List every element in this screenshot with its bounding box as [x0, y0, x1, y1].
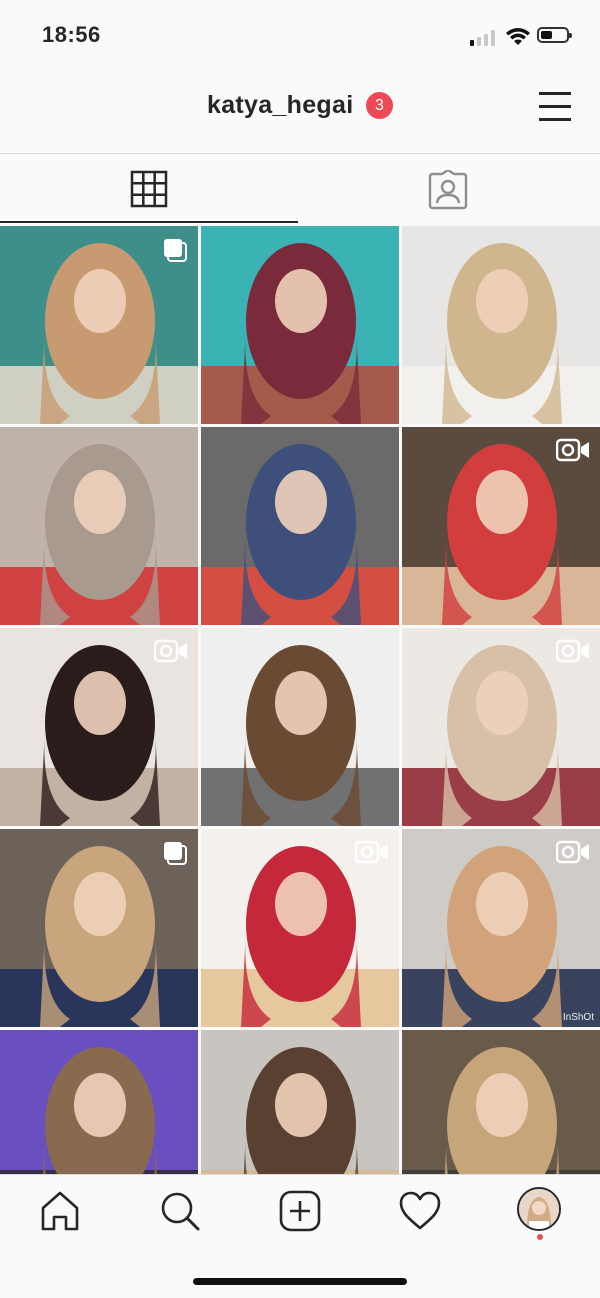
post-thumbnail[interactable] — [0, 829, 198, 1027]
video-icon — [555, 639, 590, 668]
battery-level — [541, 31, 552, 39]
carousel-icon — [162, 237, 188, 268]
activity-heart-icon[interactable] — [398, 1189, 442, 1233]
home-icon[interactable] — [38, 1189, 82, 1233]
post-thumbnail[interactable] — [201, 427, 399, 625]
profile-avatar[interactable] — [517, 1187, 561, 1231]
battery-icon — [537, 27, 572, 43]
post-thumbnail[interactable] — [0, 1030, 198, 1174]
profile-username[interactable]: katya_hegai — [207, 91, 353, 120]
menu-icon[interactable] — [539, 92, 571, 121]
post-thumbnail[interactable] — [402, 226, 600, 424]
tagged-person-icon — [428, 170, 468, 210]
grid-icon — [130, 170, 168, 208]
active-tab-indicator — [0, 221, 298, 223]
post-thumbnail[interactable] — [402, 427, 600, 625]
tab-tagged[interactable] — [300, 154, 600, 224]
post-image — [0, 1030, 198, 1174]
wifi-icon — [506, 28, 530, 45]
tab-grid[interactable] — [0, 154, 300, 224]
notification-badge: 3 — [366, 92, 393, 119]
search-icon[interactable] — [158, 1189, 202, 1233]
video-icon — [354, 840, 389, 869]
home-indicator — [193, 1278, 407, 1285]
watermark-text: InShOt — [562, 1012, 594, 1023]
post-thumbnail[interactable] — [201, 226, 399, 424]
post-thumbnail[interactable] — [201, 1030, 399, 1174]
post-image — [201, 628, 399, 826]
posts-grid: InShOt — [0, 226, 600, 1174]
post-image — [201, 427, 399, 625]
post-thumbnail[interactable] — [0, 427, 198, 625]
status-time: 18:56 — [42, 22, 101, 47]
post-thumbnail[interactable] — [0, 628, 198, 826]
profile-header: katya_hegai 3 — [0, 72, 600, 154]
post-image — [201, 1030, 399, 1174]
cellular-signal-icon — [470, 30, 498, 46]
post-image — [402, 1030, 600, 1174]
video-icon — [555, 438, 590, 467]
post-image — [0, 427, 198, 625]
post-thumbnail[interactable]: InShOt — [402, 829, 600, 1027]
post-thumbnail[interactable] — [0, 226, 198, 424]
post-thumbnail[interactable] — [402, 1030, 600, 1174]
post-thumbnail[interactable] — [402, 628, 600, 826]
status-bar: 18:56 — [0, 0, 600, 72]
post-thumbnail[interactable] — [201, 829, 399, 1027]
post-thumbnail[interactable] — [201, 628, 399, 826]
post-image — [402, 226, 600, 424]
new-post-icon[interactable] — [278, 1189, 322, 1233]
video-icon — [153, 639, 188, 668]
video-icon — [555, 840, 590, 869]
post-image — [201, 226, 399, 424]
carousel-icon — [162, 840, 188, 871]
avatar-image — [519, 1189, 559, 1229]
profile-tabs — [0, 154, 600, 226]
profile-notification-dot — [537, 1234, 543, 1240]
